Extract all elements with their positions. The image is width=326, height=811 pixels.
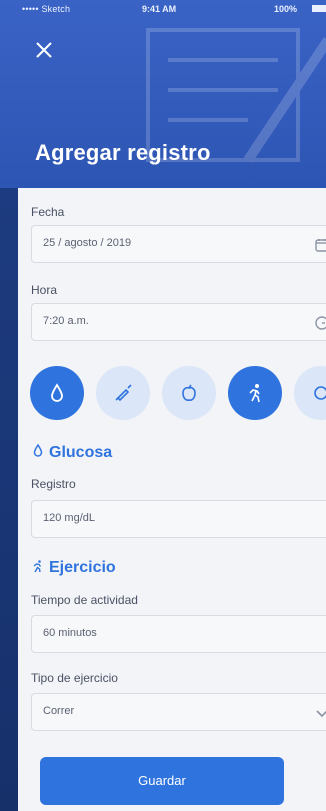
tipo-label: Tipo de ejercicio [31, 671, 118, 685]
category-insulin[interactable] [96, 366, 150, 420]
category-glucose[interactable] [30, 366, 84, 420]
ejercicio-title: Ejercicio [49, 559, 116, 576]
close-icon[interactable] [32, 38, 56, 62]
glucosa-section-title: Glucosa [31, 444, 112, 462]
exercise-type-select[interactable]: Correr [31, 693, 326, 731]
left-edge-background [0, 188, 18, 811]
exercise-type-value: Correr [43, 705, 75, 717]
activity-time-value: 60 minutos [43, 627, 97, 639]
drop-icon [33, 444, 43, 457]
battery-label: 100% [274, 4, 298, 14]
calendar-icon [315, 239, 326, 252]
glucosa-title: Glucosa [49, 444, 113, 461]
date-field[interactable]: 25 / agosto / 2019 [31, 225, 326, 263]
status-time: 9:41 AM [142, 4, 177, 14]
running-icon [33, 560, 42, 573]
apple-icon [182, 384, 196, 401]
registro-label: Registro [31, 477, 76, 491]
category-exercise[interactable] [228, 366, 282, 420]
form-card: Fecha 25 / agosto / 2019 Hora 7:20 a.m. [18, 188, 326, 811]
time-value: 7:20 a.m. [43, 315, 89, 327]
running-icon [249, 384, 260, 403]
hora-label: Hora [31, 283, 58, 297]
circle-icon [314, 386, 326, 400]
status-bar: ••••• Sketch 9:41 AM 100% [0, 0, 326, 18]
fecha-label: Fecha [31, 205, 65, 219]
clock-icon [315, 316, 326, 330]
battery-icon [312, 5, 326, 12]
carrier-label: ••••• Sketch [22, 4, 71, 14]
activity-time-field[interactable]: 60 minutos [31, 615, 326, 653]
glucose-reading-field[interactable]: 120 mg/dL [31, 500, 326, 538]
glucose-reading-value: 120 mg/dL [43, 512, 95, 524]
tiempo-label: Tiempo de actividad [31, 593, 138, 607]
ejercicio-section-title: Ejercicio [31, 559, 116, 577]
chevron-down-icon [316, 710, 326, 718]
category-selector [30, 366, 326, 422]
syringe-icon [115, 384, 132, 402]
page-title: Agregar registro [35, 140, 211, 165]
drop-icon [51, 383, 63, 402]
category-more[interactable] [294, 366, 326, 420]
date-value: 25 / agosto / 2019 [43, 237, 132, 249]
category-food[interactable] [162, 366, 216, 420]
save-button[interactable]: Guardar [40, 757, 284, 805]
app-frame: ••••• Sketch 9:41 AM 100% Agregar regist… [0, 0, 326, 811]
time-field[interactable]: 7:20 a.m. [31, 303, 326, 341]
